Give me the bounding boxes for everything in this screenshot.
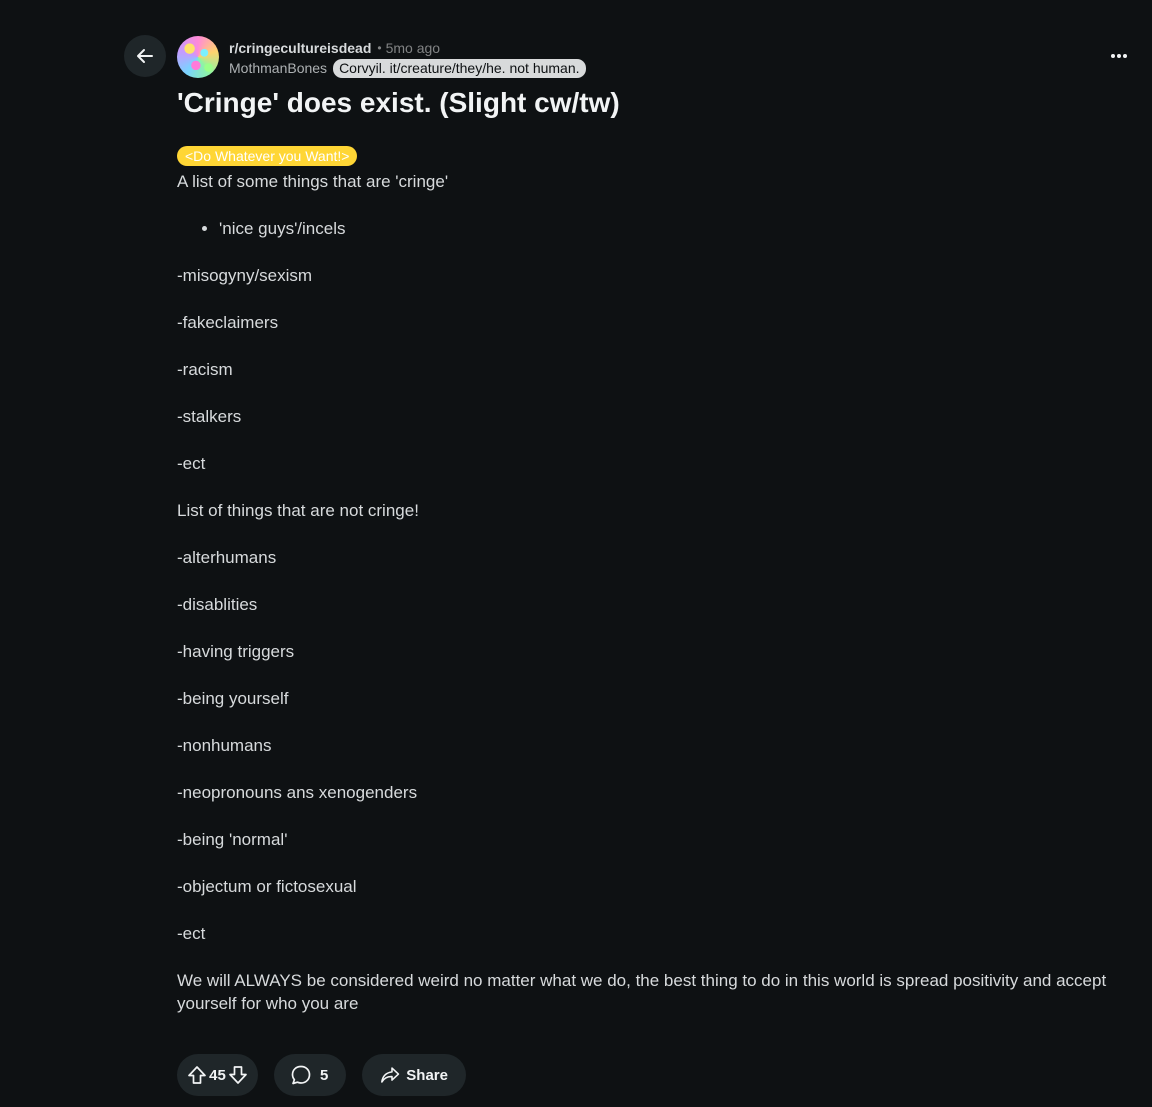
list-item: -misogyny/sexism bbox=[177, 266, 313, 285]
bullet-list: 'nice guys'/incels bbox=[177, 217, 1127, 240]
post-actions: 45 5 Share bbox=[177, 1054, 466, 1096]
user-flair: Corvyil. it/creature/they/he. not human. bbox=[333, 58, 586, 78]
post-title: 'Cringe' does exist. (Slight cw/tw) bbox=[177, 87, 620, 118]
vote-control: 45 bbox=[177, 1054, 258, 1096]
list-item: -disablities bbox=[177, 595, 258, 614]
list-item: 'nice guys'/incels bbox=[219, 217, 1127, 240]
downvote-button[interactable] bbox=[228, 1065, 248, 1085]
list-item: -nonhumans bbox=[177, 736, 272, 755]
post-intro: A list of some things that are 'cringe' bbox=[177, 172, 449, 191]
subreddit-avatar[interactable] bbox=[177, 36, 219, 78]
list-item: -alterhumans bbox=[177, 548, 277, 567]
list-item: -neopronouns ans xenogenders bbox=[177, 783, 418, 802]
list-item: -fakeclaimers bbox=[177, 313, 279, 332]
author-username[interactable]: MothmanBones bbox=[229, 58, 327, 78]
more-options-button[interactable] bbox=[1104, 44, 1134, 68]
not-cringe-heading: List of things that are not cringe! bbox=[177, 501, 419, 520]
upvote-arrow-icon bbox=[188, 1066, 206, 1084]
subreddit-link[interactable]: r/cringecultureisdead bbox=[229, 38, 371, 58]
back-button[interactable] bbox=[124, 35, 166, 77]
share-button[interactable]: Share bbox=[362, 1054, 466, 1096]
downvote-arrow-icon bbox=[229, 1066, 247, 1084]
meta-separator: • bbox=[377, 41, 382, 55]
arrow-left-icon bbox=[137, 49, 153, 63]
upvote-button[interactable] bbox=[187, 1065, 207, 1085]
comments-button[interactable]: 5 bbox=[274, 1054, 346, 1096]
list-item: -ect bbox=[177, 924, 206, 943]
list-item: -having triggers bbox=[177, 642, 295, 661]
post-closing: We will ALWAYS be considered weird no ma… bbox=[177, 971, 1107, 1013]
post-page: r/cringecultureisdead • 5mo ago MothmanB… bbox=[0, 0, 1152, 1107]
post-meta: r/cringecultureisdead • 5mo ago MothmanB… bbox=[229, 38, 586, 78]
share-arrow-icon bbox=[381, 1067, 400, 1083]
list-item: -being 'normal' bbox=[177, 830, 288, 849]
post-time: 5mo ago bbox=[385, 40, 441, 56]
list-item: -being yourself bbox=[177, 689, 289, 708]
share-label: Share bbox=[406, 1066, 448, 1084]
speech-bubble-icon bbox=[291, 1065, 311, 1085]
comment-count: 5 bbox=[320, 1066, 329, 1084]
list-item: -racism bbox=[177, 360, 233, 379]
vote-count: 45 bbox=[209, 1066, 226, 1084]
list-item: -ect bbox=[177, 454, 206, 473]
list-item: -objectum or fictosexual bbox=[177, 877, 357, 896]
post-flair[interactable]: <Do Whatever you Want!> bbox=[177, 146, 358, 166]
post-body: A list of some things that are 'cringe' … bbox=[177, 170, 1127, 1039]
ellipsis-icon bbox=[1111, 54, 1127, 58]
list-item: -stalkers bbox=[177, 407, 242, 426]
